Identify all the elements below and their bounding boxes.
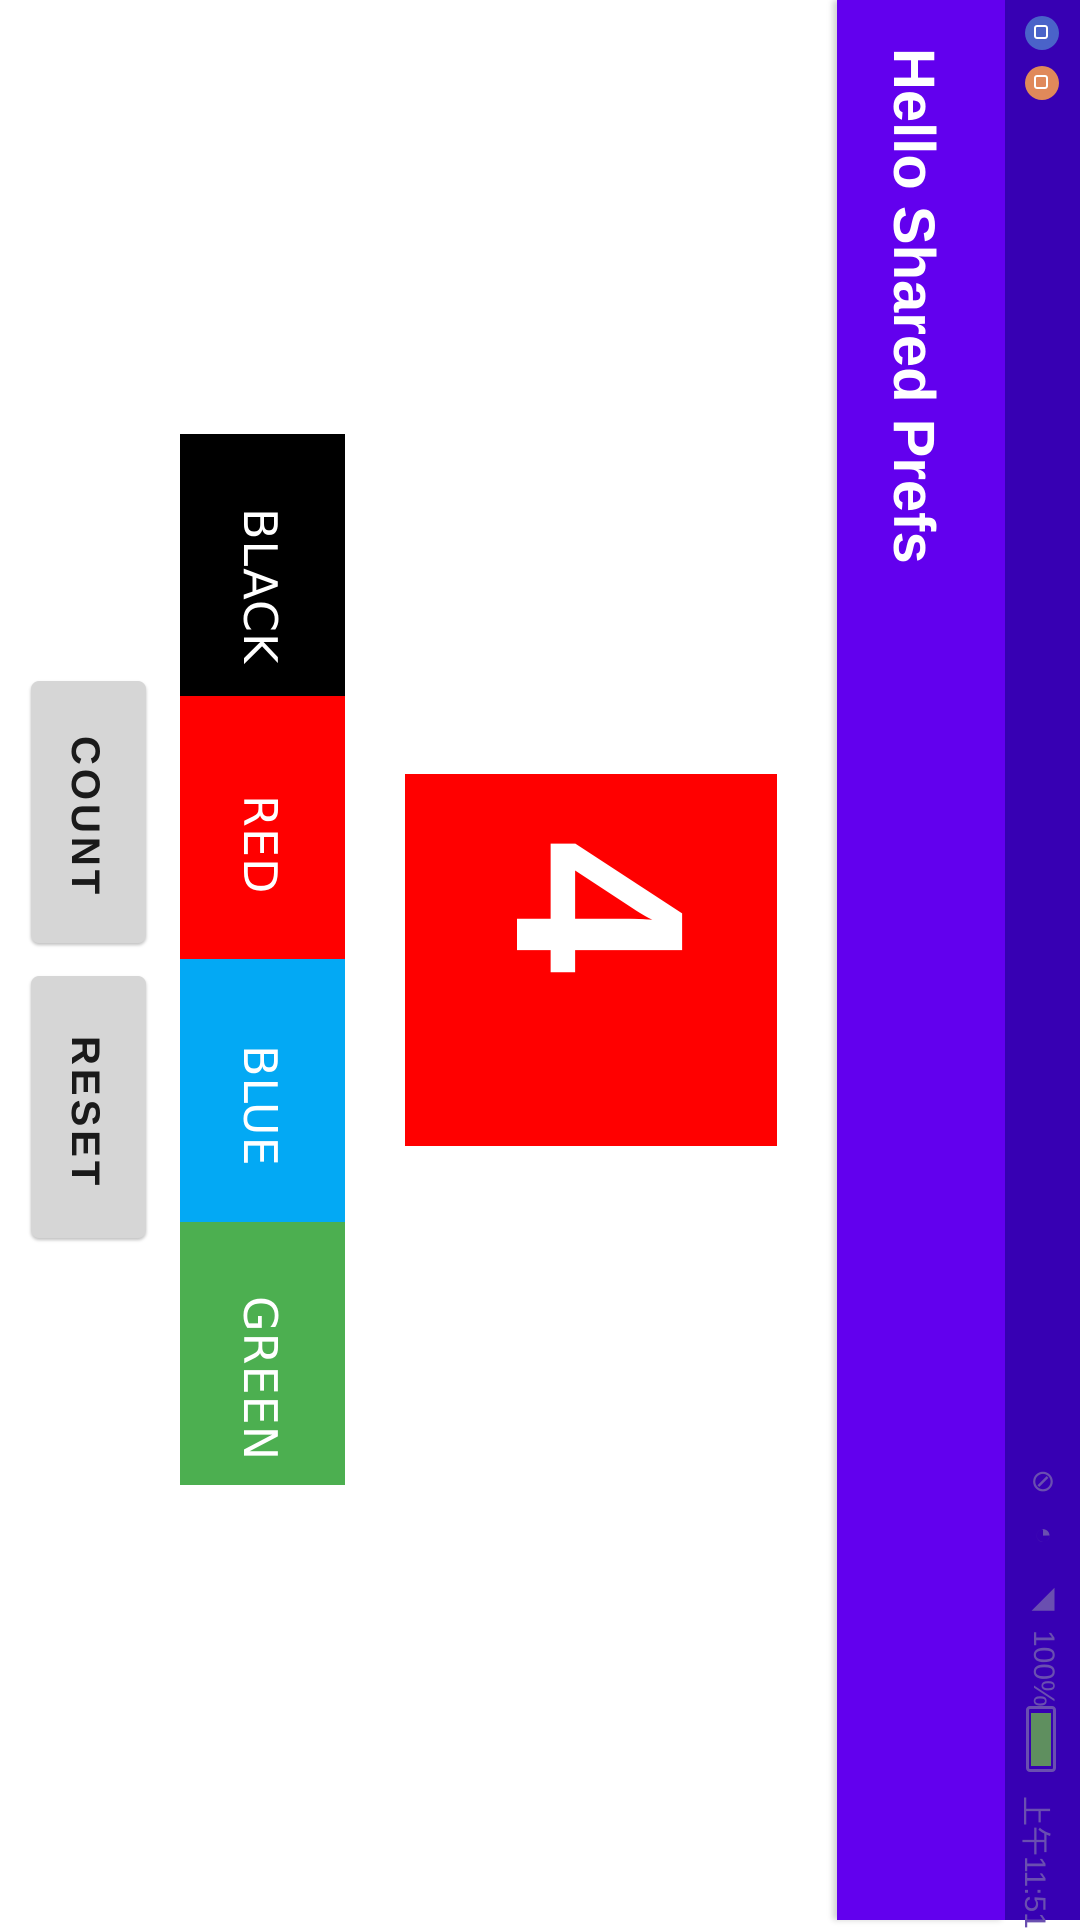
battery-icon (1026, 1706, 1056, 1772)
blue-button-label: BLUE (233, 1045, 287, 1167)
app-notification-icon (1025, 66, 1059, 100)
count-button-label: COUNT (63, 736, 107, 899)
wifi-icon: ◔ (1033, 1518, 1053, 1551)
app-title: Hello Shared Prefs (881, 48, 946, 564)
signal-icon: ◢ (1031, 1581, 1055, 1614)
app-notification-icon (1025, 16, 1059, 50)
green-button-label: GREEN (233, 1296, 287, 1462)
carrier-label: 上午11:51 (1018, 1796, 1051, 1929)
count-value: 4 (466, 840, 734, 974)
black-button-label: BLACK (233, 508, 287, 665)
reset-button-label: RESET (63, 1036, 107, 1190)
mute-icon: ⊘ (1030, 1465, 1056, 1498)
battery-percent: 100% (1027, 1630, 1060, 1707)
red-button-label: RED (233, 795, 287, 895)
